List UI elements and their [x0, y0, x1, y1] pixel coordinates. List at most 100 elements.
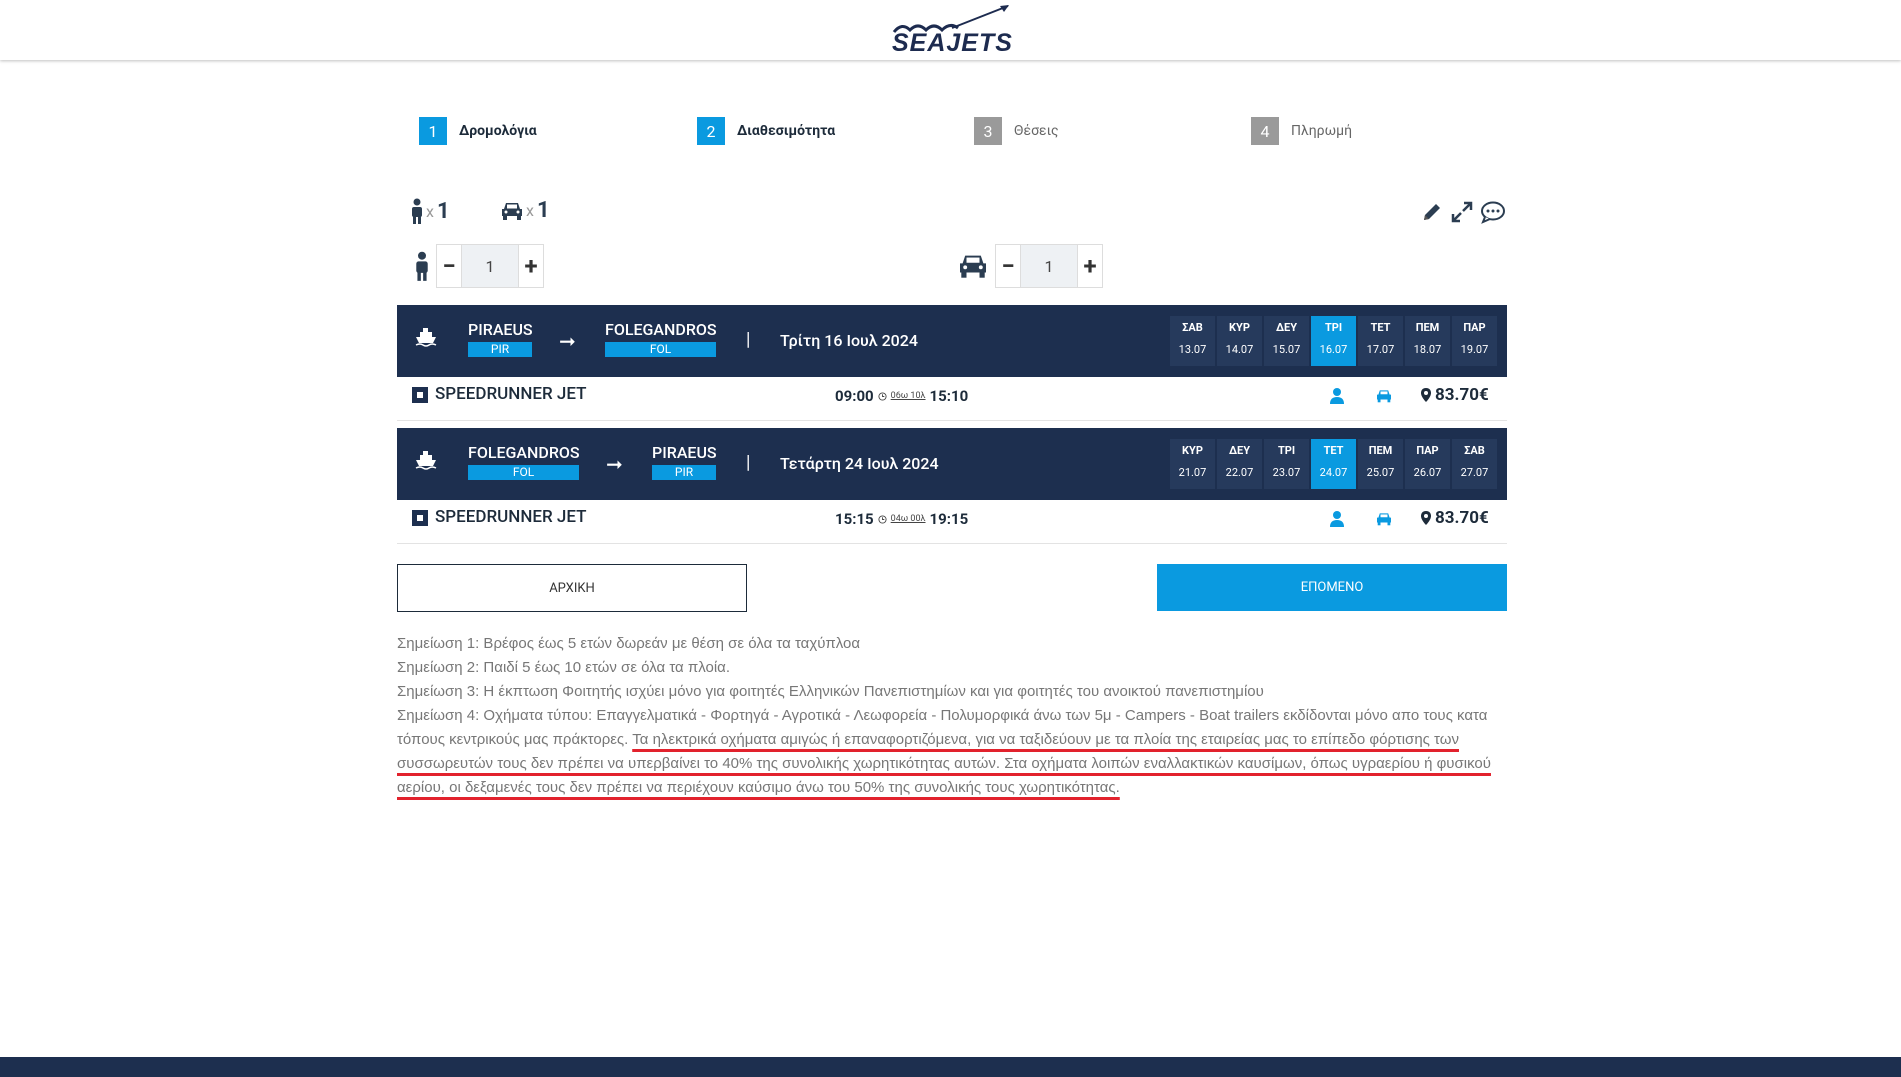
seajets-logo[interactable]: SEAJETS — [892, 4, 1012, 58]
day-option[interactable]: ΚΥΡ 21.07 — [1170, 439, 1215, 489]
trip-price[interactable]: 83.70€ — [1420, 385, 1489, 405]
day-option[interactable]: ΠΕΜ 18.07 — [1405, 316, 1450, 366]
day-date: 25.07 — [1366, 466, 1395, 479]
checkbox-icon[interactable] — [412, 510, 428, 526]
day-date: 27.07 — [1460, 466, 1489, 479]
step-seats[interactable]: 3 Θέσεις — [974, 117, 1059, 145]
note-3: Σημείωση 3: Η έκπτωση Φοιτητής ισχύει μό… — [397, 683, 1264, 700]
clock-icon — [878, 514, 887, 524]
day-name: ΤΕΤ — [1370, 321, 1391, 334]
car-icon — [1377, 513, 1391, 526]
day-name: ΔΕΥ — [1275, 321, 1298, 334]
step-number: 1 — [419, 117, 447, 145]
destination-port: PIRAEUS PIR — [652, 444, 717, 480]
step-availability[interactable]: 2 Διαθεσιμότητα — [697, 117, 835, 145]
person-icon — [412, 198, 422, 224]
vehicle-minus-button[interactable]: − — [995, 244, 1021, 288]
day-option[interactable]: ΠΕΜ 25.07 — [1358, 439, 1403, 489]
day-option-selected[interactable]: ΤΕΤ 24.07 — [1311, 439, 1356, 489]
trip-price[interactable]: 83.70€ — [1420, 508, 1489, 528]
trip-times: 09:00 06ω 10λ 15:10 — [835, 387, 968, 405]
port-code: PIR — [652, 465, 716, 480]
route-date: Τρίτη 16 Ιουλ 2024 — [780, 331, 918, 350]
person-icon — [1330, 388, 1344, 404]
day-date: 22.07 — [1225, 466, 1254, 479]
date-picker-strip: ΚΥΡ 21.07 ΔΕΥ 22.07 ΤΡΙ 23.07 ΤΕΤ 24.07 ΠΕΜ 2… — [1170, 439, 1497, 489]
port-name: FOLEGANDROS — [605, 320, 717, 339]
day-name: ΔΕΥ — [1228, 444, 1251, 457]
day-option[interactable]: ΣΑΒ 27.07 — [1452, 439, 1497, 489]
separator: | — [746, 452, 751, 473]
origin-port: PIRAEUS PIR — [468, 321, 533, 357]
car-icon — [502, 202, 522, 220]
step-payment[interactable]: 4 Πληρωμή — [1251, 117, 1352, 145]
step-label: Θέσεις — [1014, 123, 1059, 139]
date-picker-strip: ΣΑΒ 13.07 ΚΥΡ 14.07 ΔΕΥ 15.07 ΤΡΙ 16.07 ΤΕΤ 1… — [1170, 316, 1497, 366]
return-route-header: FOLEGANDROS FOL ➞ PIRAEUS PIR | Τετάρτη … — [397, 428, 1507, 500]
arrow-right-icon: ➞ — [606, 452, 623, 476]
arrival-time: 19:15 — [929, 510, 969, 528]
route-date: Τετάρτη 24 Ιουλ 2024 — [780, 454, 939, 473]
vehicle-plus-button[interactable]: + — [1077, 244, 1103, 288]
return-trip-row[interactable]: SPEEDRUNNER JET 15:15 04ω 00λ 19:15 83.7… — [397, 500, 1507, 544]
passenger-plus-button[interactable]: + — [518, 244, 544, 288]
day-option[interactable]: ΠΑΡ 19.07 — [1452, 316, 1497, 366]
vessel-name: SPEEDRUNNER JET — [435, 507, 587, 527]
day-date: 15.07 — [1272, 343, 1301, 356]
next-button[interactable]: ΕΠΟΜΕΝΟ — [1157, 564, 1507, 611]
trip-duration: 06ω 10λ — [890, 391, 926, 401]
day-name: ΣΑΒ — [1464, 444, 1485, 457]
day-name: ΤΡΙ — [1324, 321, 1343, 334]
day-option[interactable]: ΠΑΡ 26.07 — [1405, 439, 1450, 489]
toolbar-icons — [1420, 200, 1506, 224]
day-option[interactable]: ΤΡΙ 23.07 — [1264, 439, 1309, 489]
port-code: FOL — [468, 465, 579, 480]
chat-icon[interactable] — [1480, 200, 1506, 224]
note-1: Σημείωση 1: Βρέφος έως 5 ετών δωρεάν με … — [397, 635, 861, 652]
note-2: Σημείωση 2: Παιδί 5 έως 10 ετών σε όλα τ… — [397, 659, 731, 676]
ship-icon — [415, 451, 437, 470]
day-option[interactable]: ΔΕΥ 15.07 — [1264, 316, 1309, 366]
step-number: 3 — [974, 117, 1002, 145]
day-date: 23.07 — [1272, 466, 1301, 479]
day-name: ΠΑΡ — [1416, 444, 1439, 457]
day-date: 13.07 — [1178, 343, 1207, 356]
day-option[interactable]: ΤΕΤ 17.07 — [1358, 316, 1403, 366]
day-option[interactable]: ΔΕΥ 22.07 — [1217, 439, 1262, 489]
day-option-selected[interactable]: ΤΡΙ 16.07 — [1311, 316, 1356, 366]
step-routes[interactable]: 1 Δρομολόγια — [419, 117, 537, 145]
trip-times: 15:15 04ω 00λ 19:15 — [835, 510, 968, 528]
port-code: PIR — [468, 342, 532, 357]
price-value: 83.70€ — [1435, 508, 1489, 528]
passenger-stepper: − 1 + — [414, 244, 544, 288]
day-date: 16.07 — [1319, 343, 1348, 356]
day-option[interactable]: ΣΑΒ 13.07 — [1170, 316, 1215, 366]
destination-port: FOLEGANDROS FOL — [605, 320, 717, 357]
outbound-trip-row[interactable]: SPEEDRUNNER JET 09:00 06ω 10λ 15:10 83.7… — [397, 377, 1507, 421]
passenger-summary: x 1 — [410, 198, 450, 224]
expand-icon[interactable] — [1450, 200, 1474, 224]
multiplier: x — [526, 201, 534, 220]
car-icon — [960, 255, 986, 278]
departure-time: 15:15 — [835, 510, 874, 528]
person-icon — [1330, 511, 1344, 527]
home-button[interactable]: ΑΡΧΙΚΗ — [397, 564, 747, 612]
day-name: ΣΑΒ — [1182, 321, 1203, 334]
day-date: 14.07 — [1225, 343, 1254, 356]
step-label: Δρομολόγια — [459, 123, 537, 139]
port-code: FOL — [605, 342, 716, 357]
vehicle-summary: x 1 — [500, 198, 550, 223]
day-option[interactable]: ΚΥΡ 14.07 — [1217, 316, 1262, 366]
pencil-icon[interactable] — [1420, 200, 1444, 224]
passenger-quantity-input[interactable]: 1 — [462, 244, 518, 288]
vehicle-quantity-input[interactable]: 1 — [1021, 244, 1077, 288]
site-footer — [0, 1057, 1901, 1077]
price-value: 83.70€ — [1435, 385, 1489, 405]
multiplier: x — [426, 201, 434, 221]
passenger-minus-button[interactable]: − — [436, 244, 462, 288]
step-number: 4 — [1251, 117, 1279, 145]
checkbox-icon[interactable] — [412, 387, 428, 403]
day-date: 18.07 — [1413, 343, 1442, 356]
day-name: ΠΕΜ — [1368, 444, 1393, 457]
notes-section: Σημείωση 1: Βρέφος έως 5 ετών δωρεάν με … — [397, 632, 1509, 800]
